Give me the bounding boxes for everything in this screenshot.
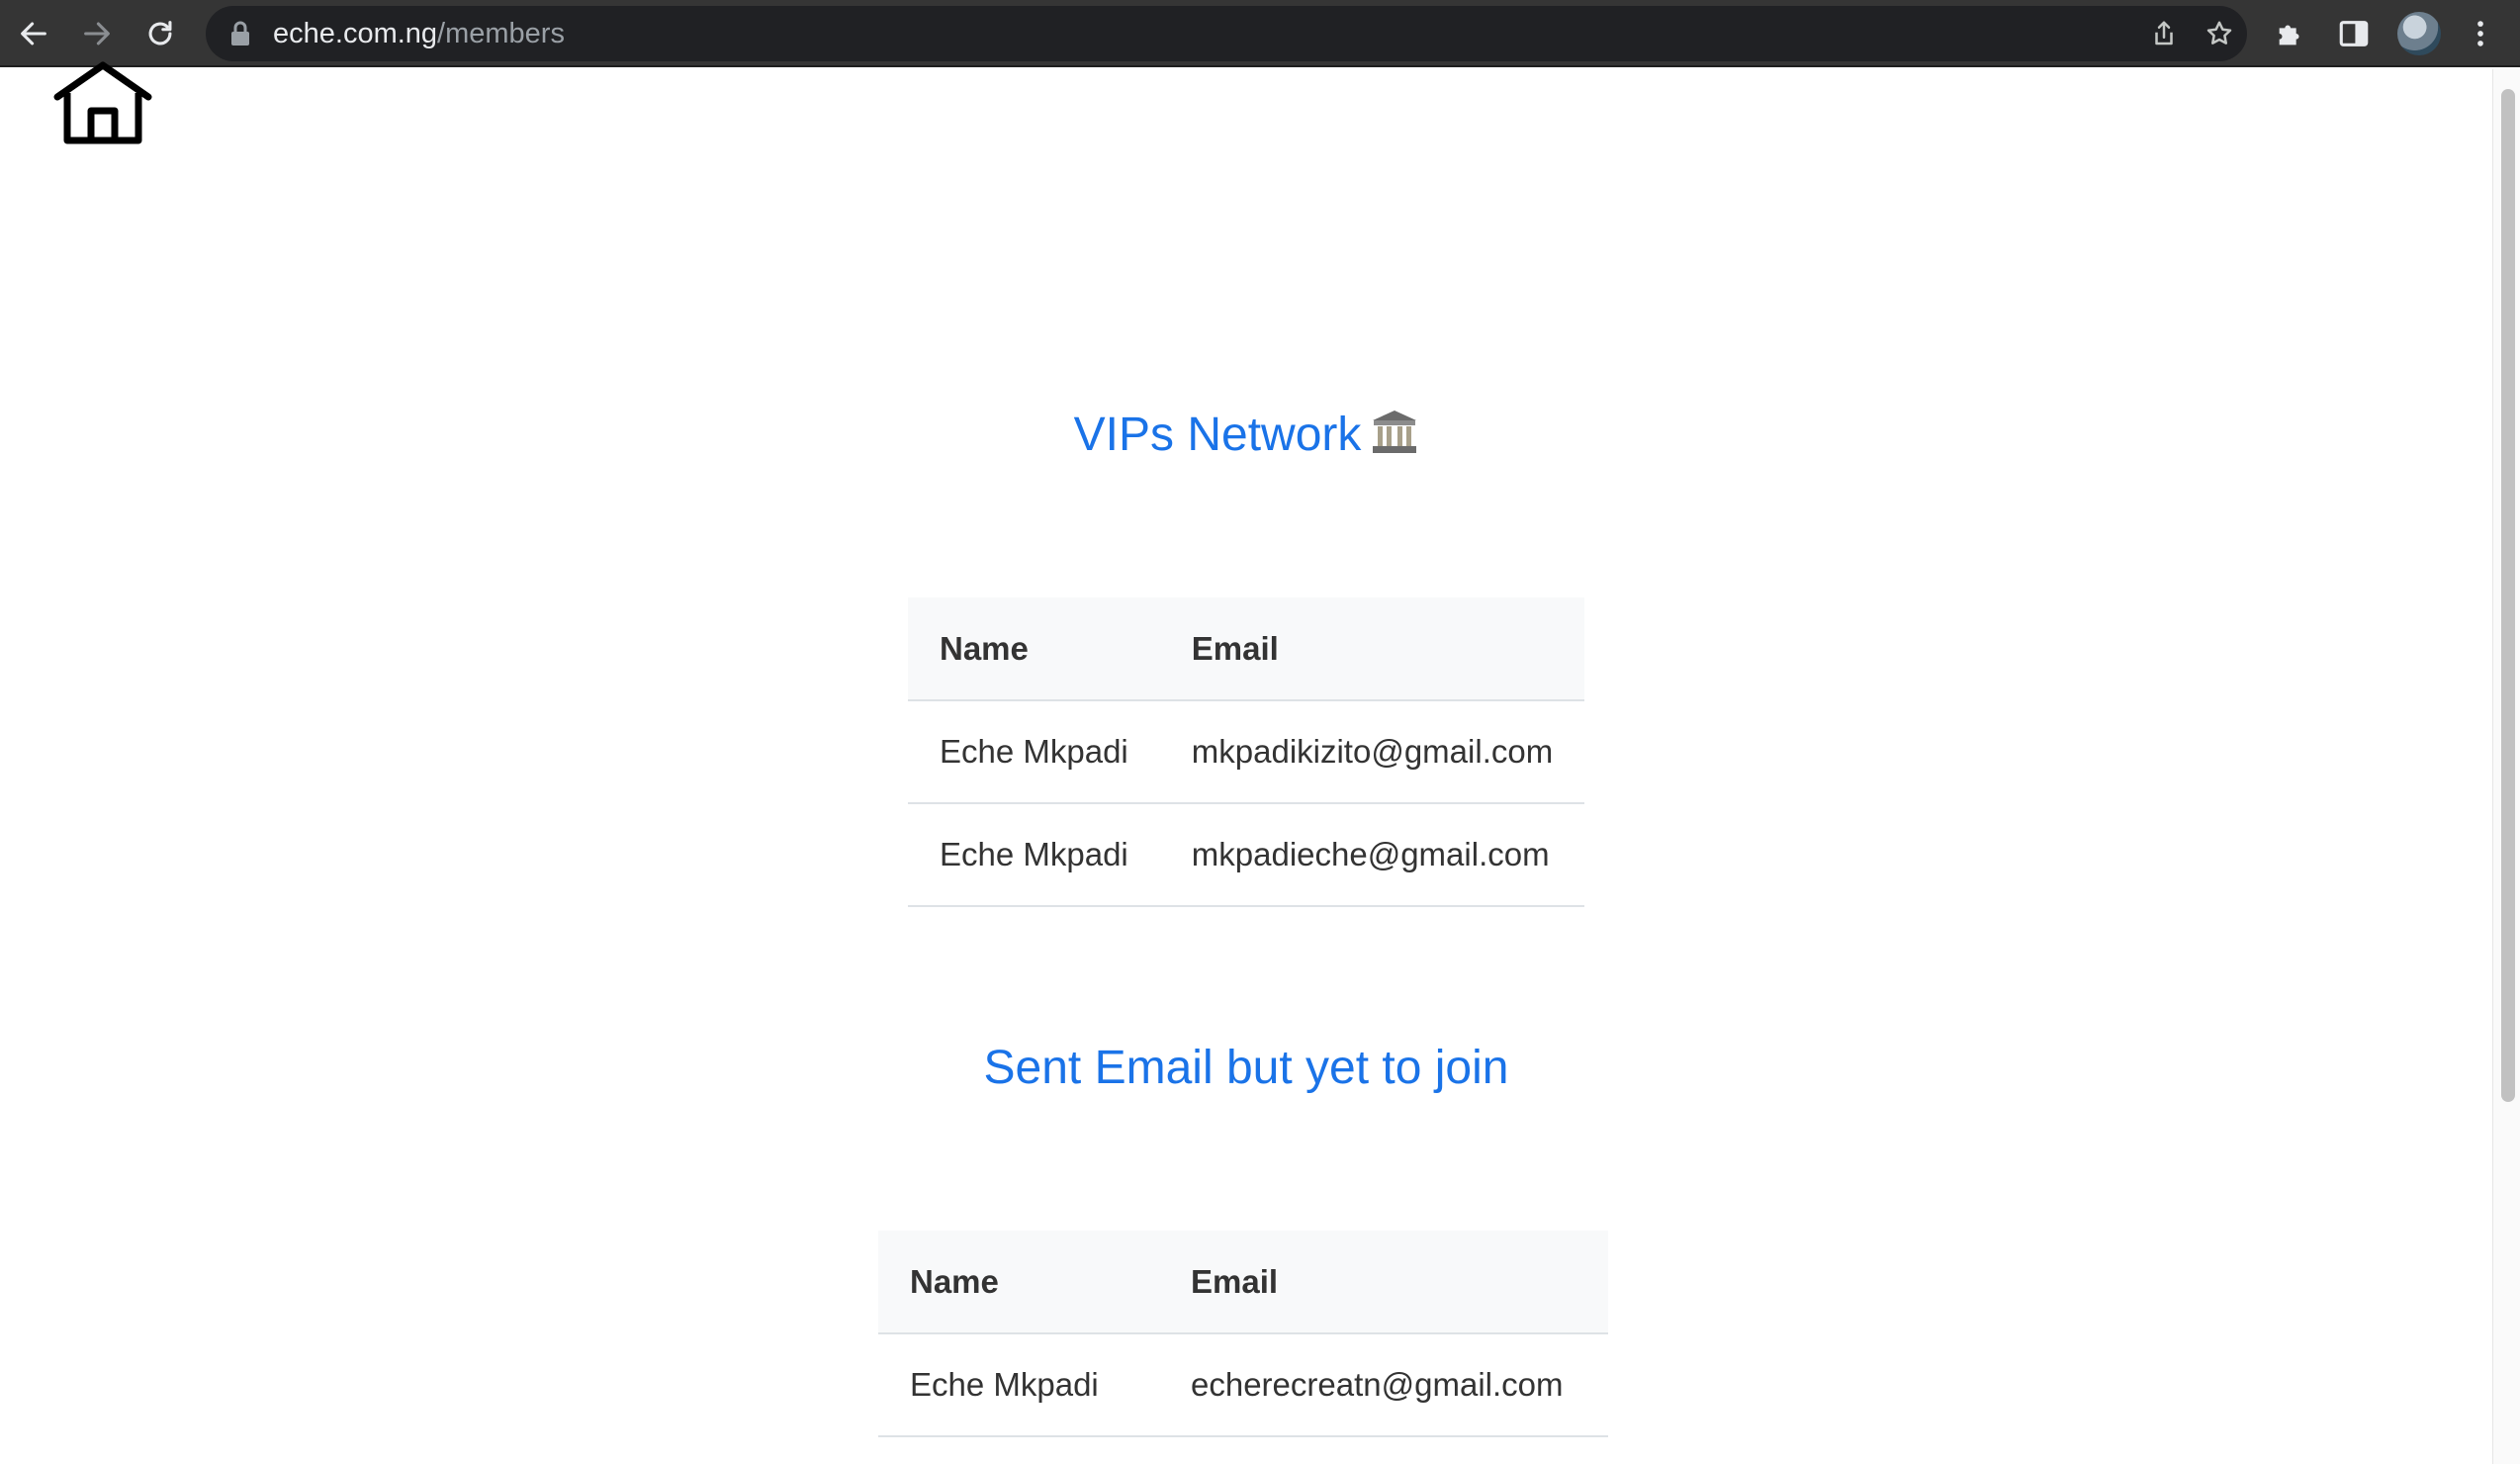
- side-panel-icon: [2339, 21, 2369, 46]
- share-button[interactable]: [2144, 14, 2184, 53]
- column-header-email: Email: [1159, 597, 1585, 701]
- url-text: eche.com.ng/members: [273, 18, 565, 49]
- extensions-puzzle-icon: [2279, 25, 2299, 46]
- share-icon: [2155, 21, 2173, 46]
- vip-members-table: Name Email Eche Mkpadi mkpadikizito@gmai…: [908, 597, 1585, 907]
- table-row: Eche Mkpadi echerecreatn@gmail.com: [878, 1333, 1608, 1437]
- table-header-row: Name Email: [908, 597, 1585, 701]
- column-header-name: Name: [908, 597, 1160, 701]
- member-email: mkpadieche@gmail.com: [1159, 803, 1585, 907]
- page-scrollbar[interactable]: [2492, 69, 2520, 1464]
- table-row: Eche Mkpadi mkpadikizito@gmail.com: [908, 700, 1585, 804]
- back-button[interactable]: [10, 10, 57, 57]
- url-domain: eche.com.ng: [273, 18, 438, 49]
- pending-invites-heading: Sent Email but yet to join: [983, 1042, 1509, 1094]
- home-icon: [53, 61, 152, 144]
- scrollbar-thumb[interactable]: [2501, 89, 2515, 1102]
- forward-arrow-icon: [84, 22, 110, 46]
- forward-button[interactable]: [73, 10, 121, 57]
- more-menu-button[interactable]: [2457, 10, 2504, 57]
- bookmark-star-icon: [2206, 21, 2232, 45]
- member-email: echerecreatn@gmail.com: [1159, 1333, 1608, 1437]
- profile-avatar[interactable]: [2397, 12, 2441, 55]
- member-name: Eche Mkpadi: [908, 803, 1160, 907]
- pending-invites-table: Name Email Eche Mkpadi echerecreatn@gmai…: [878, 1231, 1608, 1437]
- member-email: mkpadikizito@gmail.com: [1159, 700, 1585, 804]
- reload-icon: [148, 21, 172, 46]
- member-name: Eche Mkpadi: [878, 1333, 1159, 1437]
- browser-toolbar: eche.com.ng/members: [0, 0, 2520, 67]
- table-row: Eche Mkpadi mkpadieche@gmail.com: [908, 803, 1585, 907]
- table-header-row: Name Email: [878, 1231, 1608, 1334]
- back-arrow-icon: [21, 22, 46, 46]
- member-name: Eche Mkpadi: [908, 700, 1160, 804]
- reload-button[interactable]: [136, 10, 184, 57]
- address-bar[interactable]: eche.com.ng/members: [206, 6, 2247, 61]
- more-menu-icon: [2477, 21, 2483, 46]
- home-link[interactable]: [51, 59, 154, 146]
- side-panel-button[interactable]: [2330, 10, 2378, 57]
- column-header-name: Name: [878, 1231, 1159, 1334]
- classical-building-icon: [1373, 411, 1417, 453]
- column-header-email: Email: [1159, 1231, 1608, 1334]
- vip-network-title: VIPs Network: [1073, 409, 1362, 461]
- lock-icon: [231, 21, 249, 46]
- bookmark-button[interactable]: [2200, 14, 2239, 53]
- vip-network-heading: VIPs Network: [0, 406, 2492, 465]
- extensions-button[interactable]: [2267, 10, 2314, 57]
- url-path: /members: [437, 18, 565, 49]
